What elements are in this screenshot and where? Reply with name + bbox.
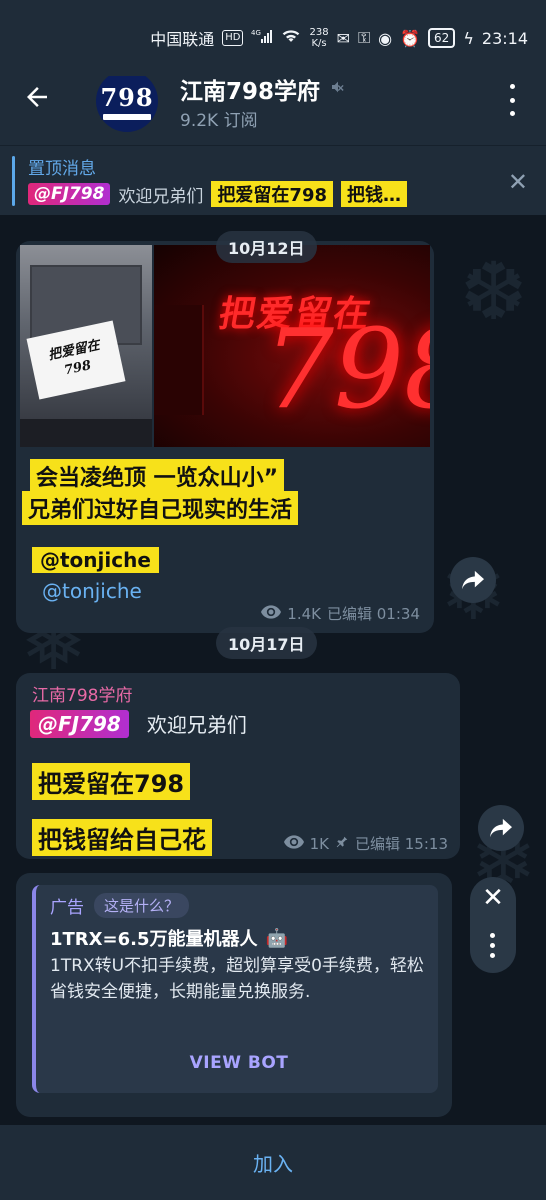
eye-icon: ◉ (378, 28, 393, 48)
muted-icon (330, 79, 346, 99)
views-count: 1.4K (287, 604, 321, 623)
mention-highlight: @tonjiche (32, 547, 159, 573)
message-highlight-line-1: 会当凌绝顶 一览众山小” (30, 459, 285, 493)
notification-icon: ✉ (336, 28, 350, 48)
flag-text-2: 798 (62, 358, 93, 379)
edited-time: 已编辑 01:34 (327, 605, 420, 623)
ad-what-button[interactable]: 这是什么？ (94, 893, 190, 918)
ad-card[interactable]: 广告 这是什么？ 1TRX=6.5万能量机器人 🤖 1TRX转U不扣手续费，超划… (32, 885, 438, 1093)
speed-value: 238 (309, 27, 329, 38)
channel-title[interactable]: 江南798学府 (180, 72, 346, 106)
photo-flag[interactable]: 把爱留在 798 (20, 245, 152, 447)
avatar-text: 798 (100, 82, 154, 112)
share-button[interactable] (450, 557, 496, 603)
date-separator: 10月12日 (216, 231, 317, 263)
photo-wall (154, 305, 204, 415)
message-bubble-1[interactable]: 把爱留在 798 把爱留在 798 会当凌绝顶 一览众山小” 兄弟们过好自己现实… (16, 241, 434, 633)
pinned-message[interactable]: 置顶消息 @FJ798 欢迎兄弟们 把爱留在798 把钱… ✕ (0, 145, 546, 215)
battery-icon: 62 (428, 28, 456, 48)
pin-icon (335, 835, 349, 853)
share-arrow-icon (462, 570, 484, 590)
message-meta-1: 1.4K 已编辑 01:34 (261, 603, 420, 624)
join-bar[interactable]: 加入 (0, 1125, 546, 1200)
subscriber-count: 9.2K 订阅 (180, 111, 258, 131)
pinned-preview: @FJ798 欢迎兄弟们 把爱留在798 把钱… (28, 181, 484, 207)
back-arrow-icon (27, 87, 47, 107)
network-type-label: 4G (251, 29, 261, 37)
message-highlight-1: 把爱留在798 (32, 763, 191, 800)
edited-time: 已编辑 15:13 (355, 835, 448, 853)
ad-more-button[interactable] (490, 933, 495, 958)
charging-icon: ϟ (463, 28, 474, 48)
channel-name: 江南798学府 (180, 79, 321, 105)
views-icon (283, 834, 304, 853)
pinned-indicator (12, 156, 15, 206)
network-speed: 238 K/s (309, 27, 328, 49)
wifi-icon (281, 28, 301, 48)
channel-avatar[interactable]: 798 (96, 70, 158, 132)
ad-header: 广告 这是什么？ (50, 893, 190, 918)
ad-side-controls: ✕ (470, 877, 516, 973)
date-separator: 10月17日 (216, 627, 317, 659)
share-arrow-icon (490, 818, 512, 838)
pinned-close-button[interactable]: ✕ (508, 168, 528, 196)
ad-title-text: 1TRX=6.5万能量机器人 (50, 929, 258, 950)
message-highlight-line-2: 兄弟们过好自己现实的生活 (22, 491, 299, 525)
chat-area[interactable]: ❄ ❄ ❅ ❆ ❄ 把爱留在 798 把爱留在 798 会当凌绝顶 一览众山小”… (0, 215, 546, 1125)
snowflake-decor-icon: ❆ (460, 245, 528, 338)
carrier-label: 中国联通 (150, 30, 215, 49)
alarm-icon: ⏰ (400, 28, 421, 48)
robot-icon: 🤖 (265, 927, 288, 949)
mention-link[interactable]: @tonjiche (42, 579, 142, 603)
pinned-text: 欢迎兄弟们 (118, 186, 204, 207)
avatar-stripe (103, 113, 151, 120)
hd-badge: HD (222, 30, 244, 46)
share-button[interactable] (478, 805, 524, 851)
photo-crowd (20, 419, 152, 447)
views-icon (261, 604, 282, 623)
pinned-highlight-2: 把钱… (341, 181, 408, 207)
message-bubble-2[interactable]: 江南798学府 @FJ798 欢迎兄弟们 把爱留在798 把钱留给自己花 1K … (16, 673, 460, 859)
photo-neon-sign[interactable]: 把爱留在 798 (154, 245, 430, 447)
views-count: 1K (309, 834, 329, 853)
ad-body: 1TRX转U不扣手续费，超划算享受0手续费，轻松省钱安全便捷，长期能量兑换服务. (50, 956, 424, 1002)
ad-close-icon[interactable]: ✕ (470, 883, 516, 913)
view-bot-button[interactable]: VIEW BOT (36, 1053, 442, 1073)
message-greeting: 欢迎兄弟们 (146, 713, 247, 737)
join-button[interactable]: 加入 (253, 1148, 293, 1177)
pinned-highlight-1: 把爱留在798 (211, 181, 334, 207)
message-tag: @FJ798 (30, 709, 129, 738)
key-icon: ⚿ (357, 28, 371, 47)
message-highlight-2: 把钱留给自己花 (32, 819, 212, 856)
back-button[interactable] (22, 82, 62, 118)
ad-label: 广告 (50, 898, 84, 918)
pinned-title: 置顶消息 (28, 159, 96, 179)
clock: 23:14 (481, 28, 528, 48)
message-meta-2: 1K 已编辑 15:13 (283, 833, 448, 854)
speed-unit: K/s (311, 38, 327, 49)
neon-sign-number: 798 (264, 305, 430, 433)
signal-icon: 4G (251, 28, 273, 48)
message-author[interactable]: 江南798学府 (32, 681, 132, 706)
ad-title: 1TRX=6.5万能量机器人 🤖 (50, 925, 288, 951)
pinned-tag: @FJ798 (28, 183, 111, 205)
more-menu-button[interactable] (504, 84, 520, 116)
message-greeting-row: @FJ798 欢迎兄弟们 (30, 709, 247, 738)
sponsored-message[interactable]: 广告 这是什么？ 1TRX=6.5万能量机器人 🤖 1TRX转U不扣手续费，超划… (16, 873, 452, 1117)
status-bar: 中国联通 HD 4G 238 K/s ✉ ⚿ ◉ ⏰ 62 ϟ 23:14 (0, 0, 546, 76)
